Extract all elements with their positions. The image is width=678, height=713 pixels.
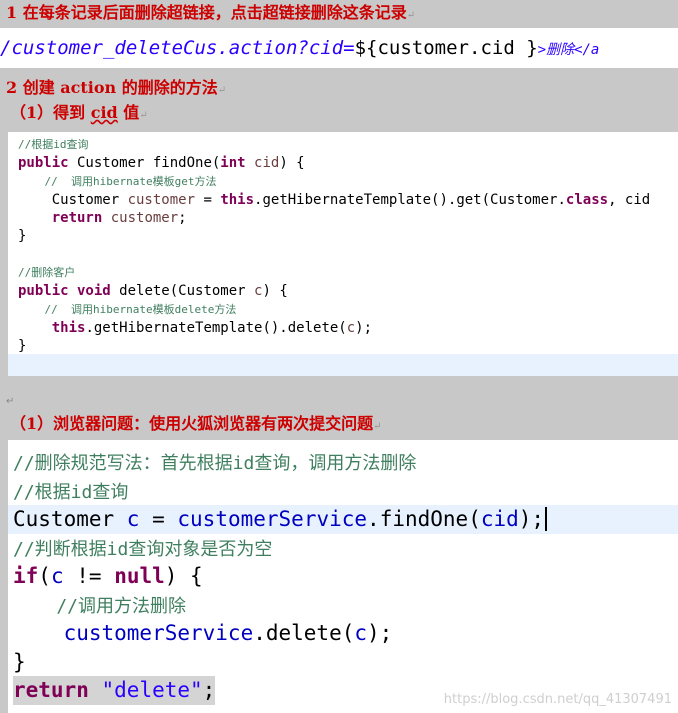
code-comment: // 调用hibernate模板get方法 — [18, 174, 217, 188]
watermark: https://blog.csdn.net/qq_41307491 — [443, 692, 672, 707]
code-line: if(c != null) { — [13, 564, 203, 588]
url-code-line: /customer_deleteCus.action?cid=${custome… — [0, 28, 678, 68]
code-line: public void delete(Customer c) { — [18, 283, 288, 300]
code-line: } — [13, 649, 26, 674]
code-line-current: Customer c = customerService.findOne(cid… — [8, 505, 678, 534]
text-cursor — [545, 507, 548, 531]
paragraph-mark: ↵ — [6, 396, 15, 407]
code-comment: //判断根据id查询对象是否为空 — [13, 538, 273, 560]
code-comment: //调用方法删除 — [13, 595, 187, 617]
code-comment: //删除规范写法：首先根据id查询，调用方法删除 — [13, 453, 417, 474]
url-path: /customer_deleteCus.action?cid= — [0, 37, 355, 59]
code-line: } — [18, 338, 27, 355]
code-line: this.getHibernateTemplate().delete(c); — [18, 319, 373, 336]
code-block-action: //删除规范写法：首先根据id查询，调用方法删除 //根据id查询 Custom… — [8, 440, 678, 713]
current-line-highlight — [8, 354, 678, 376]
code-comment: //根据id查询 — [13, 481, 129, 503]
code-line: return customer; — [18, 210, 187, 227]
heading-2: 2 创建 action 的删除的方法↵ — [6, 78, 227, 97]
code-comment: // 调用hibernate模板delete方法 — [18, 302, 237, 316]
heading-2-sub: （1）得到 cid 值↵ — [10, 103, 148, 122]
heading-1: 1 在每条记录后面删除超链接，点击超链接删除这条记录↵ — [6, 3, 416, 22]
url-expression: ${customer.cid } — [354, 37, 538, 59]
heading-3: （1）浏览器问题：使用火狐浏览器有两次提交问题↵ — [10, 414, 382, 433]
code-line: Customer customer = this.getHibernateTem… — [18, 191, 651, 208]
code-block-dao: //根据id查询 public Customer findOne(int cid… — [8, 132, 678, 376]
code-line: public Customer findOne(int cid) { — [18, 155, 305, 172]
code-comment: //删除客户 — [18, 266, 76, 280]
code-comment: //根据id查询 — [18, 138, 89, 151]
url-tag-text: >删除</a — [537, 42, 600, 58]
code-line: } — [18, 228, 27, 245]
code-line: customerService.delete(c); — [13, 621, 393, 645]
